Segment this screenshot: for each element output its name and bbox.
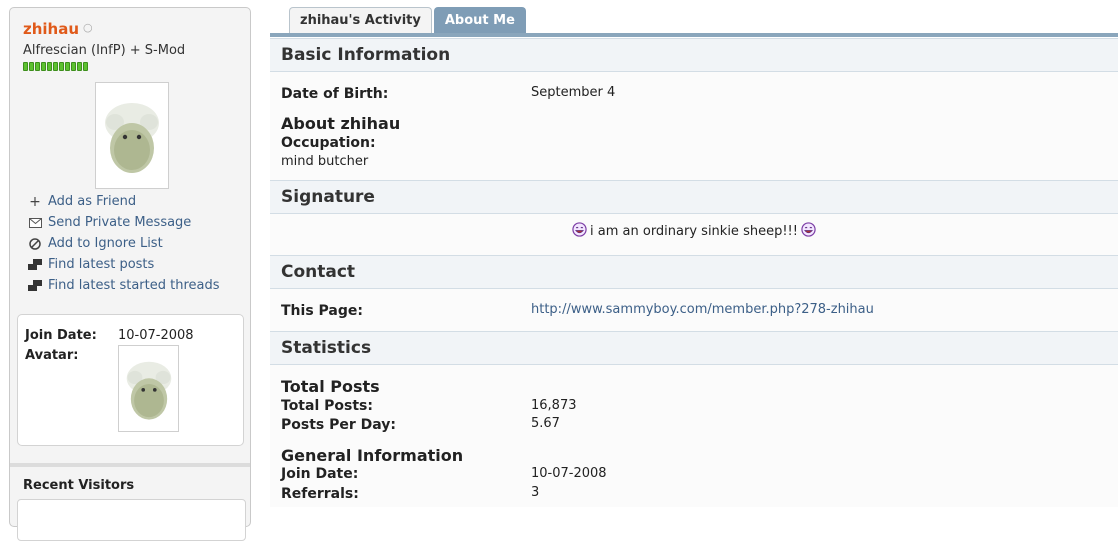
profile-avatar (95, 82, 169, 189)
dob-label: Date of Birth: (281, 86, 389, 102)
plus-icon: + (29, 193, 41, 210)
signature-content: i am an ordinary sinkie sheep!!! (270, 222, 1118, 239)
add-friend-link[interactable]: + Add as Friend (28, 191, 220, 212)
add-ignore-list-link[interactable]: Add to Ignore List (28, 233, 220, 254)
referrals-value: 3 (531, 485, 540, 500)
reputation-pip (41, 62, 46, 71)
tab-activity[interactable]: zhihau's Activity (289, 7, 432, 33)
posts-per-day-label: Posts Per Day: (281, 417, 397, 433)
mini-stats-panel: Join Date: 10-07-2008 Avatar: (17, 314, 244, 446)
avatar-label: Avatar: (25, 348, 79, 363)
smiley-icon (801, 222, 816, 237)
signature-header: Signature (270, 180, 1118, 214)
profile-actions: + Add as Friend Send Private Message Add… (28, 191, 220, 296)
tab-rule (270, 33, 1118, 37)
total-posts-label: Total Posts: (281, 398, 373, 414)
reputation-bar (23, 62, 88, 71)
profile-url-link[interactable]: http://www.sammyboy.com/member.php?278-z… (531, 302, 874, 317)
about-title: About zhihau (281, 114, 401, 133)
join-date-label: Join Date: (25, 328, 97, 343)
stats-join-date-label: Join Date: (281, 466, 359, 482)
contact-header: Contact (270, 255, 1118, 289)
reputation-pip (23, 62, 28, 71)
sidebar-divider (10, 463, 250, 467)
this-page-label: This Page: (281, 303, 363, 319)
basic-info-header: Basic Information (270, 38, 1118, 72)
profile-sidebar: zhihau ○ Alfrescian (InfP) + S-Mod + Add … (9, 7, 251, 541)
posts-per-day-value: 5.67 (531, 416, 560, 431)
stats-join-date-value: 10-07-2008 (531, 466, 607, 481)
reputation-pip (77, 62, 82, 71)
posts-icon (28, 258, 42, 272)
statistics-header: Statistics (270, 331, 1118, 365)
reputation-pip (71, 62, 76, 71)
reputation-pip (47, 62, 52, 71)
ignore-icon (28, 237, 42, 251)
mini-avatar (118, 345, 179, 432)
reputation-pip (83, 62, 88, 71)
envelope-icon (28, 216, 42, 230)
statistics-body (270, 365, 1118, 507)
username-row: zhihau ○ (23, 20, 93, 38)
tab-about-me[interactable]: About Me (433, 7, 526, 33)
reputation-pip (65, 62, 70, 71)
reputation-pip (59, 62, 64, 71)
threads-icon (28, 279, 42, 293)
total-posts-title: Total Posts (281, 377, 380, 396)
reputation-pip (29, 62, 34, 71)
profile-tabs: zhihau's Activity About Me (289, 7, 528, 33)
reputation-pip (35, 62, 40, 71)
join-date-value: 10-07-2008 (118, 328, 194, 343)
recent-visitors-title: Recent Visitors (23, 478, 135, 493)
signature-text: i am an ordinary sinkie sheep!!! (590, 224, 798, 239)
recent-visitors-box (17, 499, 246, 541)
online-status-icon: ○ (83, 21, 93, 34)
smiley-icon (572, 222, 587, 237)
reputation-pip (53, 62, 58, 71)
find-latest-threads-link[interactable]: Find latest started threads (28, 275, 220, 296)
referrals-label: Referrals: (281, 486, 359, 502)
general-info-title: General Information (281, 446, 464, 465)
find-latest-posts-link[interactable]: Find latest posts (28, 254, 220, 275)
user-title: Alfrescian (InfP) + S-Mod (23, 43, 186, 58)
total-posts-value: 16,873 (531, 398, 577, 413)
sheep-avatar-icon (105, 102, 159, 173)
username-link[interactable]: zhihau (23, 20, 79, 38)
send-private-message-link[interactable]: Send Private Message (28, 212, 220, 233)
occupation-value: mind butcher (281, 154, 369, 169)
occupation-label: Occupation: (281, 135, 376, 151)
dob-value: September 4 (531, 85, 616, 100)
sheep-avatar-small-icon (126, 361, 171, 420)
